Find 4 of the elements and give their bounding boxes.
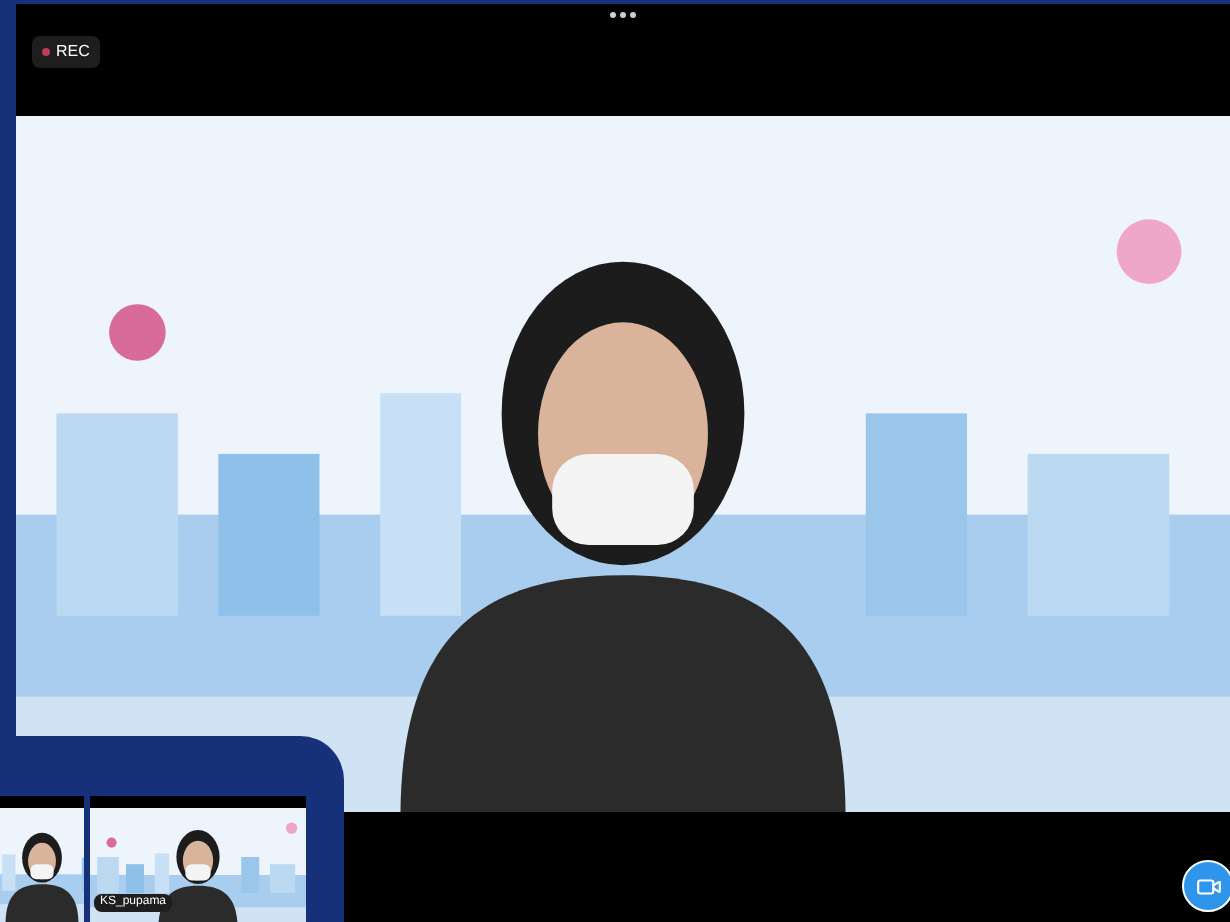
video-camera-icon — [1195, 873, 1221, 899]
more-icon[interactable] — [610, 12, 636, 18]
participant-tile[interactable] — [0, 796, 84, 922]
recording-label: REC — [56, 40, 90, 64]
